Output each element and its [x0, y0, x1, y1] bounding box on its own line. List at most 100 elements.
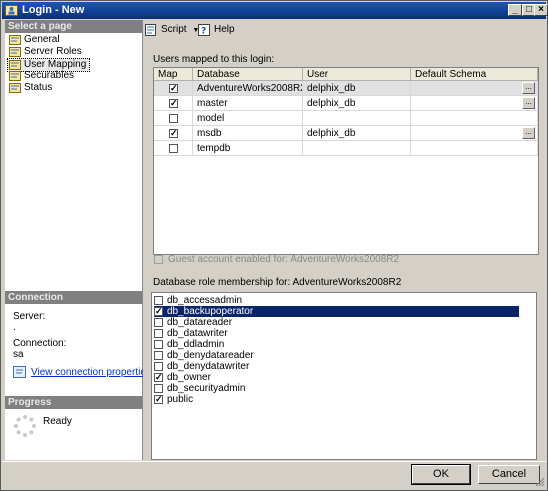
connection-properties-icon	[13, 366, 26, 378]
connection-value: sa	[13, 349, 24, 360]
user-cell[interactable]	[303, 111, 411, 126]
schema-cell[interactable]: ...	[411, 81, 538, 96]
page-label: Server Roles	[24, 46, 82, 57]
role-checkbox[interactable]: ✓	[154, 373, 163, 382]
role-item[interactable]: ✓ public	[154, 394, 519, 405]
progress-header: Progress	[5, 396, 142, 409]
page-item-status[interactable]: Status	[8, 82, 55, 94]
toolbar: Script ▼ ? Help	[143, 20, 545, 40]
map-cell[interactable]: ✓	[154, 126, 193, 141]
users-mapped-grid: Map Database User Default Schema ✓ Adven…	[153, 67, 539, 255]
resize-grip-icon[interactable]	[535, 477, 545, 487]
schema-cell[interactable]	[411, 111, 538, 126]
database-cell: AdventureWorks2008R2	[193, 81, 303, 96]
role-name: db_datawriter	[167, 328, 228, 339]
table-row[interactable]: ✓ AdventureWorks2008R2 delphix_db ...	[154, 81, 538, 96]
role-item[interactable]: db_denydatawriter	[154, 361, 519, 372]
page-icon	[9, 47, 21, 57]
map-cell[interactable]: ✓	[154, 81, 193, 96]
ok-button[interactable]: OK	[411, 464, 471, 485]
view-connection-properties-link[interactable]: View connection properties	[31, 367, 151, 378]
role-checkbox[interactable]	[154, 362, 163, 371]
page-icon	[9, 83, 21, 93]
role-name: db_ddladmin	[167, 339, 225, 350]
user-cell[interactable]	[303, 141, 411, 156]
map-checkbox[interactable]	[169, 144, 178, 153]
page-item-general[interactable]: General	[8, 34, 63, 46]
script-button[interactable]: Script ▼	[145, 23, 199, 37]
database-cell: master	[193, 96, 303, 111]
title-bar[interactable]: Login - New _ □ ×	[2, 2, 548, 19]
script-label: Script	[161, 24, 187, 35]
page-label: Securables	[24, 70, 75, 81]
page-icon	[9, 71, 21, 81]
schema-cell[interactable]: ...	[411, 126, 538, 141]
column-header-default-schema[interactable]: Default Schema	[411, 68, 538, 81]
role-checkbox[interactable]: ✓	[154, 395, 163, 404]
minimize-button[interactable]: _	[508, 4, 522, 16]
column-header-map[interactable]: Map	[154, 68, 193, 81]
page-label: User Mapping	[24, 59, 87, 70]
user-cell[interactable]: delphix_db	[303, 81, 411, 96]
role-checkbox[interactable]	[154, 318, 163, 327]
column-header-user[interactable]: User	[303, 68, 411, 81]
right-panel: Script ▼ ? Help Users mapped to this log…	[143, 20, 545, 460]
role-checkbox[interactable]	[154, 329, 163, 338]
table-row[interactable]: ✓ master delphix_db ...	[154, 96, 538, 111]
close-button[interactable]: ×	[534, 4, 548, 16]
role-item[interactable]: db_datawriter	[154, 328, 519, 339]
table-row[interactable]: tempdb	[154, 141, 538, 156]
schema-cell[interactable]: ...	[411, 96, 538, 111]
role-name: db_denydatawriter	[167, 361, 250, 372]
role-item[interactable]: db_ddladmin	[154, 339, 519, 350]
schema-cell[interactable]	[411, 141, 538, 156]
map-checkbox[interactable]: ✓	[169, 84, 178, 93]
cancel-button[interactable]: Cancel	[478, 465, 540, 484]
progress-spinner-icon	[14, 415, 36, 437]
login-new-window: Login - New _ □ × Select a page General …	[0, 0, 548, 491]
column-header-database[interactable]: Database	[193, 68, 303, 81]
role-item[interactable]: ✓ db_backupoperator	[154, 306, 519, 317]
browse-schema-button[interactable]: ...	[522, 97, 535, 109]
page-label: Status	[24, 82, 53, 93]
button-bar: OK Cancel	[2, 461, 546, 490]
user-cell[interactable]: delphix_db	[303, 96, 411, 111]
map-checkbox[interactable]: ✓	[169, 129, 178, 138]
page-item-server-roles[interactable]: Server Roles	[8, 46, 85, 58]
browse-schema-button[interactable]: ...	[522, 82, 535, 94]
server-value: .	[13, 322, 16, 333]
map-cell[interactable]: ✓	[154, 96, 193, 111]
role-checkbox[interactable]	[154, 351, 163, 360]
page-icon	[9, 35, 21, 45]
role-item[interactable]: db_denydatareader	[154, 350, 519, 361]
help-label: Help	[214, 24, 235, 35]
role-checkbox[interactable]	[154, 384, 163, 393]
page-label: General	[24, 34, 60, 45]
role-item[interactable]: db_datareader	[154, 317, 519, 328]
guest-account-checkbox[interactable]	[154, 255, 163, 264]
role-checkbox[interactable]: ✓	[154, 307, 163, 316]
connection-label: Connection:	[13, 338, 67, 349]
role-item[interactable]: db_securityadmin	[154, 383, 519, 394]
role-checkbox[interactable]	[154, 296, 163, 305]
page-item-securables[interactable]: Securables	[8, 70, 77, 82]
map-cell[interactable]	[154, 141, 193, 156]
help-button[interactable]: ? Help	[198, 23, 235, 37]
map-checkbox[interactable]: ✓	[169, 99, 178, 108]
role-name: db_denydatareader	[167, 350, 254, 361]
role-item[interactable]: ✓ db_owner	[154, 372, 519, 383]
map-cell[interactable]	[154, 111, 193, 126]
select-page-header: Select a page	[5, 20, 142, 33]
table-row[interactable]: ✓ msdb delphix_db ...	[154, 126, 538, 141]
database-cell: tempdb	[193, 141, 303, 156]
map-checkbox[interactable]	[169, 114, 178, 123]
role-item[interactable]: db_accessadmin	[154, 295, 519, 306]
table-row[interactable]: model	[154, 111, 538, 126]
user-cell[interactable]: delphix_db	[303, 126, 411, 141]
page-icon	[9, 60, 21, 70]
role-checkbox[interactable]	[154, 340, 163, 349]
role-membership-label: Database role membership for: AdventureW…	[153, 277, 402, 288]
role-name: db_accessadmin	[167, 295, 243, 306]
script-icon	[145, 24, 156, 36]
browse-schema-button[interactable]: ...	[522, 127, 535, 139]
